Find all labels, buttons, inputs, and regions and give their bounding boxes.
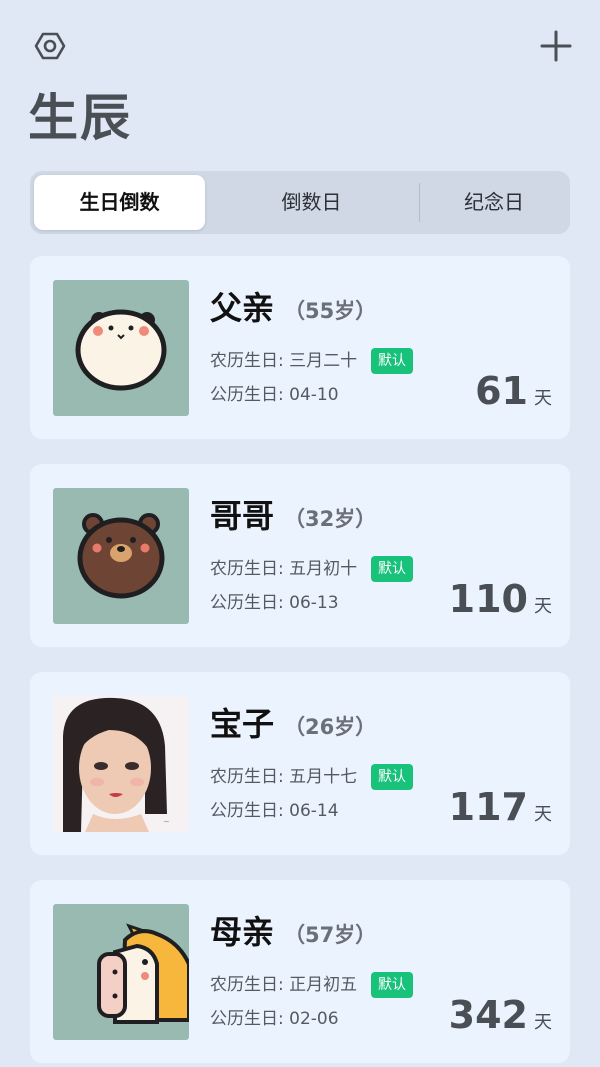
tab-divider [419, 183, 420, 222]
person-card[interactable]: 母亲 （57岁） 农历生日: 正月初五 默认 公历生日: 02-06 342 天 [30, 880, 570, 1063]
days-count: 110 [448, 577, 528, 621]
lunar-birthday: 农历生日: 五月十七 [210, 767, 358, 787]
person-age: （57岁） [284, 923, 377, 947]
page-title: 生辰 [28, 89, 132, 147]
segmented-tabs: 生日倒数 倒数日 纪念日 [30, 171, 570, 234]
days-count: 61 [475, 369, 528, 413]
solar-birthday: 公历生日: 02-06 [210, 1009, 339, 1029]
person-card[interactable]: ~ 宝子 （26岁） 农历生日: 五月十七 默认 公历生日: 06-14 117… [30, 672, 570, 855]
add-icon[interactable] [538, 28, 574, 64]
days-unit: 天 [534, 388, 552, 409]
tab-anniversary[interactable]: 纪念日 [422, 175, 566, 230]
days-count: 117 [448, 785, 528, 829]
days-remaining: 110 天 [449, 574, 552, 624]
default-badge: 默认 [371, 348, 413, 374]
person-age: （26岁） [284, 715, 377, 739]
days-unit: 天 [534, 596, 552, 617]
lunar-birthday: 农历生日: 五月初十 [210, 559, 358, 579]
person-name: 母亲 [210, 913, 275, 951]
default-badge: 默认 [371, 972, 413, 998]
panda-avatar [53, 280, 189, 416]
person-card[interactable]: 哥哥 （32岁） 农历生日: 五月初十 默认 公历生日: 06-13 110 天 [30, 464, 570, 647]
days-count: 342 [448, 993, 528, 1037]
tab-birthday-countdown[interactable]: 生日倒数 [34, 175, 205, 230]
person-card[interactable]: 父亲 （55岁） 农历生日: 三月二十 默认 公历生日: 04-10 61 天 [30, 256, 570, 439]
default-badge: 默认 [371, 556, 413, 582]
girl-portrait-avatar: ~ [53, 696, 189, 832]
lunar-birthday: 农历生日: 正月初五 [210, 975, 358, 995]
default-badge: 默认 [371, 764, 413, 790]
person-name: 宝子 [210, 705, 275, 743]
days-remaining: 61 天 [475, 366, 552, 416]
person-age: （55岁） [284, 299, 377, 323]
days-unit: 天 [534, 804, 552, 825]
birthday-list-screen: 生辰 生日倒数 倒数日 纪念日 父亲 （55岁） 农历生日: 三月二十 默认 公… [0, 0, 600, 1067]
horse-avatar [53, 904, 189, 1040]
days-remaining: 117 天 [449, 782, 552, 832]
settings-icon[interactable] [34, 30, 66, 62]
tab-countdown-days[interactable]: 倒数日 [208, 175, 415, 230]
solar-birthday: 公历生日: 06-13 [210, 593, 339, 613]
brown-bear-avatar [53, 488, 189, 624]
solar-birthday: 公历生日: 06-14 [210, 801, 339, 821]
lunar-birthday: 农历生日: 三月二十 [210, 351, 358, 371]
person-age: （32岁） [284, 507, 377, 531]
svg-text:~: ~ [163, 817, 170, 826]
solar-birthday: 公历生日: 04-10 [210, 385, 339, 405]
days-unit: 天 [534, 1012, 552, 1033]
person-name: 父亲 [210, 289, 275, 327]
top-bar [0, 0, 600, 90]
person-name: 哥哥 [210, 497, 275, 535]
days-remaining: 342 天 [449, 990, 552, 1040]
